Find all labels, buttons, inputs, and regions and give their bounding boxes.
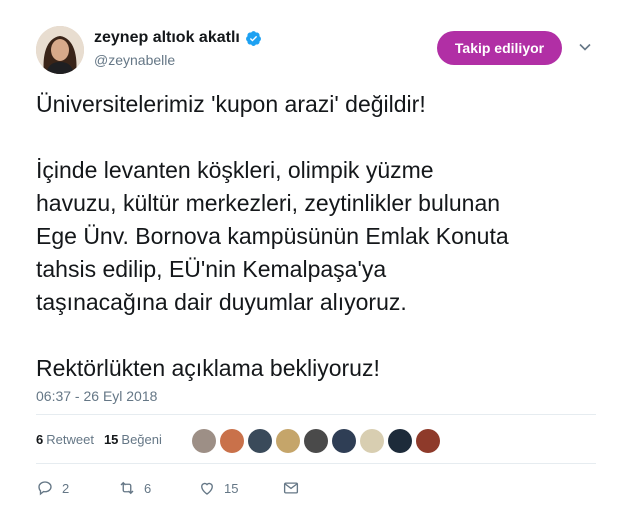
liker-avatar[interactable] <box>304 429 328 453</box>
chevron-down-icon[interactable] <box>578 40 592 54</box>
like-stat-count: 15 <box>103 432 119 447</box>
envelope-icon <box>283 482 299 494</box>
liker-avatar[interactable] <box>388 429 412 453</box>
liker-avatar[interactable] <box>360 429 384 453</box>
tweet-timestamp[interactable]: 06:37 - 26 Eyl 2018 <box>36 388 157 404</box>
retweet-icon <box>120 481 134 495</box>
direct-message-button[interactable] <box>282 479 300 497</box>
likers-avatars <box>192 429 440 453</box>
author-handle[interactable]: @zeynabelle <box>94 52 175 68</box>
retweet-stat[interactable]: 6 Retweet <box>36 432 94 447</box>
liker-avatar[interactable] <box>276 429 300 453</box>
retweet-button[interactable]: 6 <box>118 479 198 497</box>
verified-badge-icon <box>245 30 261 46</box>
reply-button[interactable]: 2 <box>36 479 118 497</box>
author-display-name[interactable]: zeynep altıok akatlı <box>94 29 240 47</box>
liker-avatar[interactable] <box>416 429 440 453</box>
retweet-count: 6 <box>144 480 152 496</box>
liker-avatar[interactable] <box>332 429 356 453</box>
retweet-stat-label: Retweet <box>46 432 94 447</box>
like-stat-label: Beğeni <box>121 432 162 447</box>
avatar[interactable] <box>36 26 84 74</box>
following-button[interactable]: Takip ediliyor <box>437 31 562 65</box>
divider <box>36 463 596 464</box>
liker-avatar[interactable] <box>192 429 216 453</box>
liker-avatar[interactable] <box>248 429 272 453</box>
like-stat[interactable]: 15 Beğeni <box>104 432 162 447</box>
like-button[interactable]: 15 <box>198 479 282 497</box>
reply-icon <box>38 481 52 496</box>
divider <box>36 414 596 415</box>
liker-avatar[interactable] <box>220 429 244 453</box>
like-count: 15 <box>224 480 239 496</box>
reply-count: 2 <box>62 480 70 496</box>
retweet-stat-count: 6 <box>36 432 44 447</box>
tweet-text: Üniversitelerimiz 'kupon arazi' değildir… <box>36 91 509 381</box>
heart-icon <box>201 482 213 495</box>
